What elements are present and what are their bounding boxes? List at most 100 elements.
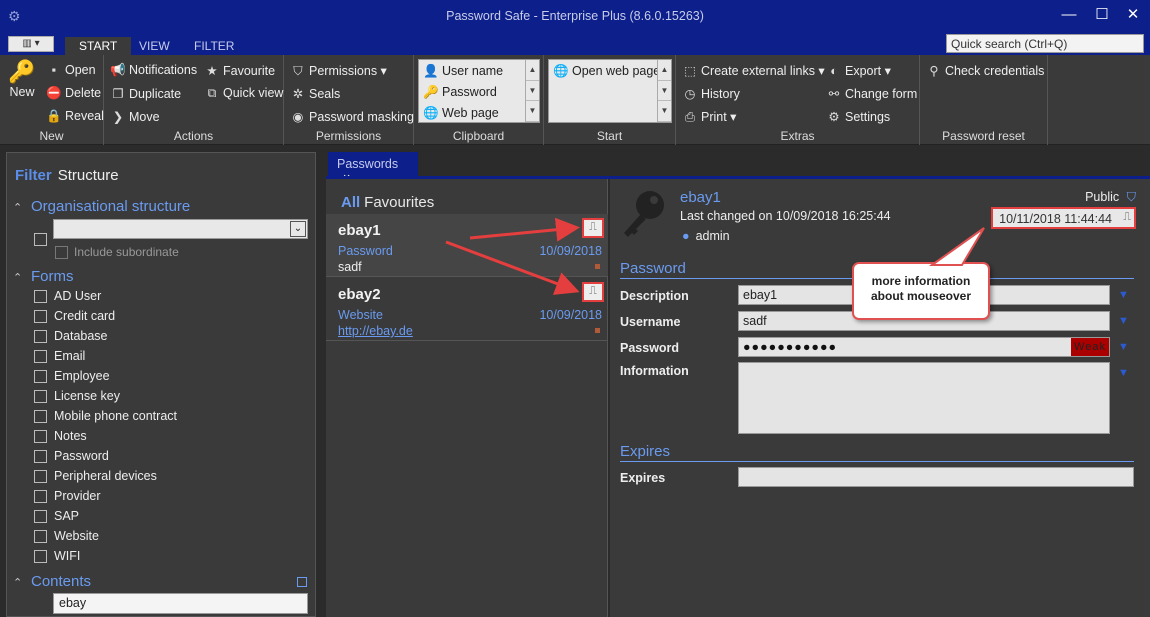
copy-password-button[interactable]: 🔑 Password xyxy=(423,85,497,100)
list-item[interactable]: ebay1 Password 10/09/2018 sadf ⎍ xyxy=(326,214,608,277)
open-icon: ▪ xyxy=(51,63,57,77)
form-filter-checkbox[interactable] xyxy=(34,290,47,304)
form-filter-item[interactable]: Mobile phone contract xyxy=(34,409,177,424)
quick-view-button[interactable]: ⧉ Quick view xyxy=(204,86,284,101)
website-link[interactable]: http://ebay.de xyxy=(338,324,413,338)
org-structure-section[interactable]: ⌃ Organisational structure xyxy=(13,198,190,215)
chevron-down-icon[interactable]: ▼ xyxy=(1118,341,1129,353)
open-button[interactable]: ▪ Open xyxy=(46,63,96,77)
include-subordinate[interactable]: Include subordinate xyxy=(55,245,179,260)
scroll-up-icon[interactable]: ▲ xyxy=(658,60,671,81)
scroll-up-icon[interactable]: ▲ xyxy=(526,60,539,81)
form-filter-checkbox[interactable] xyxy=(34,390,47,404)
form-filter-item[interactable]: License key xyxy=(34,389,120,404)
reveal-button[interactable]: 🔒 Reveal xyxy=(46,109,104,124)
form-filter-checkbox[interactable] xyxy=(34,550,47,564)
contents-search-input[interactable]: ebay xyxy=(53,593,308,614)
app-menu-button[interactable]: ▥ ▾ xyxy=(8,36,54,52)
change-form-button[interactable]: ⚯ Change form xyxy=(826,86,918,101)
chevron-down-icon[interactable]: ▼ xyxy=(1118,315,1129,327)
contents-section[interactable]: ⌃ Contents xyxy=(13,573,91,590)
information-field[interactable] xyxy=(738,362,1110,434)
form-filter-checkbox[interactable] xyxy=(34,430,47,444)
history-button[interactable]: ◷ History xyxy=(682,86,740,101)
form-filter-item[interactable]: Database xyxy=(34,329,108,344)
quick-search-input[interactable]: Quick search (Ctrl+Q) xyxy=(946,34,1144,53)
form-filter-checkbox[interactable] xyxy=(34,310,47,324)
form-filter-item[interactable]: SAP xyxy=(34,509,79,524)
form-filter-label: Employee xyxy=(54,369,110,383)
tab-filter[interactable]: FILTER xyxy=(194,37,234,55)
print-button[interactable]: ⎙ Print ▾ xyxy=(682,109,736,125)
gallery-expand-icon[interactable]: ▼ xyxy=(526,101,539,122)
activity-pulse-icon[interactable]: ⎍ xyxy=(582,218,604,238)
include-subordinate-checkbox[interactable] xyxy=(55,246,68,260)
password-field[interactable]: ●●●●●●●●●●● Weak xyxy=(738,337,1110,357)
scroll-down-icon[interactable]: ▼ xyxy=(658,81,671,102)
tab-structure-pane[interactable]: Structure xyxy=(58,167,119,184)
notifications-button[interactable]: 📢 Notifications xyxy=(110,63,197,78)
list-item[interactable]: ebay2 Website 10/09/2018 http://ebay.de … xyxy=(326,278,608,341)
org-structure-select[interactable]: ⌄ xyxy=(53,219,308,239)
expires-field[interactable] xyxy=(738,467,1134,487)
form-filter-checkbox[interactable] xyxy=(34,410,47,424)
copy-user-name-button[interactable]: 👤 User name xyxy=(423,64,503,79)
list-filter-favourites[interactable]: Favourites xyxy=(364,194,434,211)
permissions-button[interactable]: ⛉ Permissions ▾ xyxy=(290,63,387,79)
new-button[interactable]: 🔑 New xyxy=(6,59,38,101)
form-filter-checkbox[interactable] xyxy=(34,470,47,484)
copy-web-page-button[interactable]: 🌐 Web page xyxy=(423,106,499,121)
form-filter-item[interactable]: AD User xyxy=(34,289,101,304)
org-structure-checkbox[interactable] xyxy=(34,233,47,246)
username-label: Username xyxy=(620,315,681,329)
move-button[interactable]: ❯ Move xyxy=(110,109,160,124)
form-filter-item[interactable]: Employee xyxy=(34,369,110,384)
maximize-button[interactable]: ☐ xyxy=(1087,4,1117,26)
form-filter-label: WIFI xyxy=(54,549,81,563)
create-external-links-button[interactable]: ⬚ Create external links ▾ xyxy=(682,63,825,78)
close-button[interactable]: ✕ xyxy=(1118,4,1148,26)
contents-options-checkbox[interactable] xyxy=(297,577,307,587)
form-filter-item[interactable]: Credit card xyxy=(34,309,115,324)
clipboard-gallery-scroll[interactable]: ▲ ▼ ▼ xyxy=(525,60,539,122)
password-masking-button[interactable]: ◉ Password masking xyxy=(290,109,414,124)
form-filter-item[interactable]: Provider xyxy=(34,489,101,504)
open-web-page-button[interactable]: 🌐 Open web page xyxy=(553,64,660,79)
gallery-expand-icon[interactable]: ▼ xyxy=(658,101,671,122)
form-filter-checkbox[interactable] xyxy=(34,510,47,524)
delete-button[interactable]: ⛔ Delete xyxy=(46,86,101,101)
tab-filter-pane[interactable]: Filter xyxy=(15,167,52,184)
chevron-down-icon[interactable]: ▼ xyxy=(1118,367,1129,379)
form-filter-checkbox[interactable] xyxy=(34,330,47,344)
minimize-button[interactable]: — xyxy=(1054,4,1084,26)
form-filter-item[interactable]: Website xyxy=(34,529,99,544)
form-filter-item[interactable]: Password xyxy=(34,449,109,464)
settings-button[interactable]: ⚙ Settings xyxy=(826,109,890,124)
tab-start[interactable]: START xyxy=(65,37,132,55)
forms-section[interactable]: ⌃ Forms xyxy=(13,268,74,285)
seals-button[interactable]: ✲ Seals xyxy=(290,86,341,101)
form-filter-item[interactable]: Email xyxy=(34,349,85,364)
form-filter-item[interactable]: WIFI xyxy=(34,549,81,564)
chevron-down-icon[interactable]: ⌄ xyxy=(290,221,306,237)
form-filter-item[interactable]: Peripheral devices xyxy=(34,469,157,484)
tab-passwords[interactable]: Passwords × xyxy=(328,152,418,185)
start-gallery-scroll[interactable]: ▲ ▼ ▼ xyxy=(657,60,671,122)
form-filter-checkbox[interactable] xyxy=(34,490,47,504)
list-filter-all[interactable]: All xyxy=(341,194,360,211)
form-filter-checkbox[interactable] xyxy=(34,530,47,544)
tab-view[interactable]: VIEW xyxy=(139,37,170,55)
form-filter-checkbox[interactable] xyxy=(34,350,47,364)
usage-timestamp[interactable]: 10/11/2018 11:44:44 ⎍ xyxy=(991,207,1136,229)
chevron-down-icon[interactable]: ▼ xyxy=(1118,289,1129,301)
export-button[interactable]: ◐ Export ▾ xyxy=(826,63,891,78)
favourite-button[interactable]: ★ Favourite xyxy=(204,63,275,78)
form-filter-checkbox[interactable] xyxy=(34,370,47,384)
ribbon-group-permissions: ⛉ Permissions ▾ ✲ Seals ◉ Password masking … xyxy=(284,55,414,145)
scroll-down-icon[interactable]: ▼ xyxy=(526,81,539,102)
check-credentials-button[interactable]: ⚲ Check credentials xyxy=(926,63,1044,78)
form-filter-checkbox[interactable] xyxy=(34,450,47,464)
activity-pulse-icon[interactable]: ⎍ xyxy=(582,282,604,302)
form-filter-item[interactable]: Notes xyxy=(34,429,87,444)
duplicate-button[interactable]: ❐ Duplicate xyxy=(110,86,181,101)
